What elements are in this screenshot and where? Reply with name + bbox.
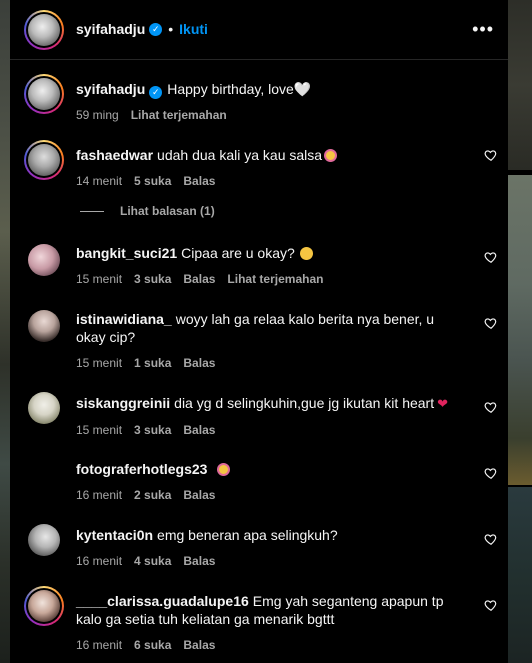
follow-button[interactable]: Ikuti <box>179 21 208 37</box>
comments-panel: syifahadju ✓ • Ikuti ••• syifahadju ✓ Happ… <box>10 0 508 663</box>
header-username[interactable]: syifahadju <box>76 21 145 37</box>
comment-time: 14 menit <box>76 174 123 188</box>
view-replies-label: Lihat balasan (1) <box>120 204 215 218</box>
comment-item: siskanggreinii dia yg d selingkuhin,gue j… <box>24 392 504 439</box>
comment-likes[interactable]: 4 suka <box>134 552 171 570</box>
comment-item: ____clarissa.guadalupe16 Emg yah seganten… <box>24 586 504 652</box>
like-heart-icon[interactable] <box>484 598 498 612</box>
reply-button[interactable]: Balas <box>183 172 215 190</box>
comment-avatar[interactable] <box>24 140 64 180</box>
background-photo-right-top <box>508 0 532 170</box>
comment-item: kytentaci0n emg beneran apa selingkuh? 16… <box>24 524 504 568</box>
reply-button[interactable]: Balas <box>183 354 215 372</box>
comment-username[interactable]: istinawidiana_ <box>76 311 172 327</box>
view-replies-button[interactable]: Lihat balasan (1) <box>80 204 215 218</box>
comment-avatar[interactable] <box>28 524 60 556</box>
caption-translate-link[interactable]: Lihat terjemahan <box>131 106 227 124</box>
anxious-face-icon <box>299 247 313 260</box>
comment-item: fotograferhotlegs23 16 menit 2 suka Bala… <box>24 458 504 502</box>
comment-username[interactable]: siskanggreinii <box>76 395 170 411</box>
post-caption: syifahadju ✓ Happy birthday, love🤍 59 ming… <box>24 74 504 124</box>
header-avatar[interactable] <box>24 10 64 50</box>
caption-text: Happy birthday, love🤍 <box>167 81 312 97</box>
comment-time: 16 menit <box>76 488 123 502</box>
like-heart-icon[interactable] <box>484 400 498 414</box>
comment-likes[interactable]: 2 suka <box>134 486 171 504</box>
caption-time: 59 ming <box>76 107 119 122</box>
reply-button[interactable]: Balas <box>183 486 215 504</box>
replies-line <box>80 210 104 212</box>
comment-likes[interactable]: 3 suka <box>134 270 171 288</box>
separator-dot: • <box>168 21 174 37</box>
more-options-icon[interactable]: ••• <box>472 20 494 38</box>
comment-username[interactable]: fashaedwar <box>76 147 153 163</box>
comment-likes[interactable]: 1 suka <box>134 354 171 372</box>
comment-item: istinawidiana_ woyy lah ga relaa kalo ber… <box>24 308 504 370</box>
reply-button[interactable]: Balas <box>183 636 215 654</box>
like-heart-icon[interactable] <box>484 148 498 162</box>
caption-username[interactable]: syifahadju <box>76 81 145 97</box>
post-header: syifahadju ✓ • Ikuti ••• <box>10 0 508 60</box>
verified-icon: ✓ <box>149 85 163 99</box>
comment-time: 15 menit <box>76 272 123 286</box>
comment-likes[interactable]: 3 suka <box>134 421 171 439</box>
reply-button[interactable]: Balas <box>183 270 215 288</box>
comment-text: udah dua kali ya kau salsa <box>157 147 323 163</box>
comment-avatar[interactable] <box>24 586 64 626</box>
verified-icon: ✓ <box>149 22 163 36</box>
background-photo-right-mid <box>508 175 532 485</box>
comment-time: 16 menit <box>76 638 123 652</box>
reply-button[interactable]: Balas <box>183 552 215 570</box>
like-heart-icon[interactable] <box>484 466 498 480</box>
crying-face-icon <box>324 149 338 162</box>
comment-username[interactable]: fotograferhotlegs23 <box>76 461 207 477</box>
background-photo-right-bottom <box>508 487 532 663</box>
comment-item: fashaedwar udah dua kali ya kau salsa 14 … <box>24 140 504 190</box>
like-heart-icon[interactable] <box>484 532 498 546</box>
like-heart-icon[interactable] <box>484 250 498 264</box>
comment-item: bangkit_suci21 Cipaa are u okay? 15 menit… <box>24 242 504 286</box>
reply-button[interactable]: Balas <box>183 421 215 439</box>
comment-likes[interactable]: 6 suka <box>134 636 171 654</box>
comment-username[interactable]: bangkit_suci21 <box>76 245 177 261</box>
comment-time: 15 menit <box>76 423 123 437</box>
comment-text: Cipaa are u okay? <box>181 245 295 261</box>
comment-likes[interactable]: 5 suka <box>134 172 171 190</box>
comment-avatar[interactable] <box>28 458 60 490</box>
comment-translate-link[interactable]: Lihat terjemahan <box>227 270 323 288</box>
comment-username[interactable]: ____clarissa.guadalupe16 <box>76 593 249 609</box>
caption-avatar[interactable] <box>24 74 64 114</box>
comment-avatar[interactable] <box>28 310 60 342</box>
like-heart-icon[interactable] <box>484 316 498 330</box>
comment-avatar[interactable] <box>28 244 60 276</box>
comment-time: 15 menit <box>76 356 123 370</box>
comment-text: emg beneran apa selingkuh? <box>157 527 338 543</box>
comment-avatar[interactable] <box>28 392 60 424</box>
comment-time: 16 menit <box>76 554 123 568</box>
broken-heart-icon: ❤ <box>437 396 449 411</box>
crying-face-icon <box>217 463 231 476</box>
comment-username[interactable]: kytentaci0n <box>76 527 153 543</box>
comment-text: dia yg d selingkuhin,gue jg ikutan kit h… <box>174 395 435 411</box>
